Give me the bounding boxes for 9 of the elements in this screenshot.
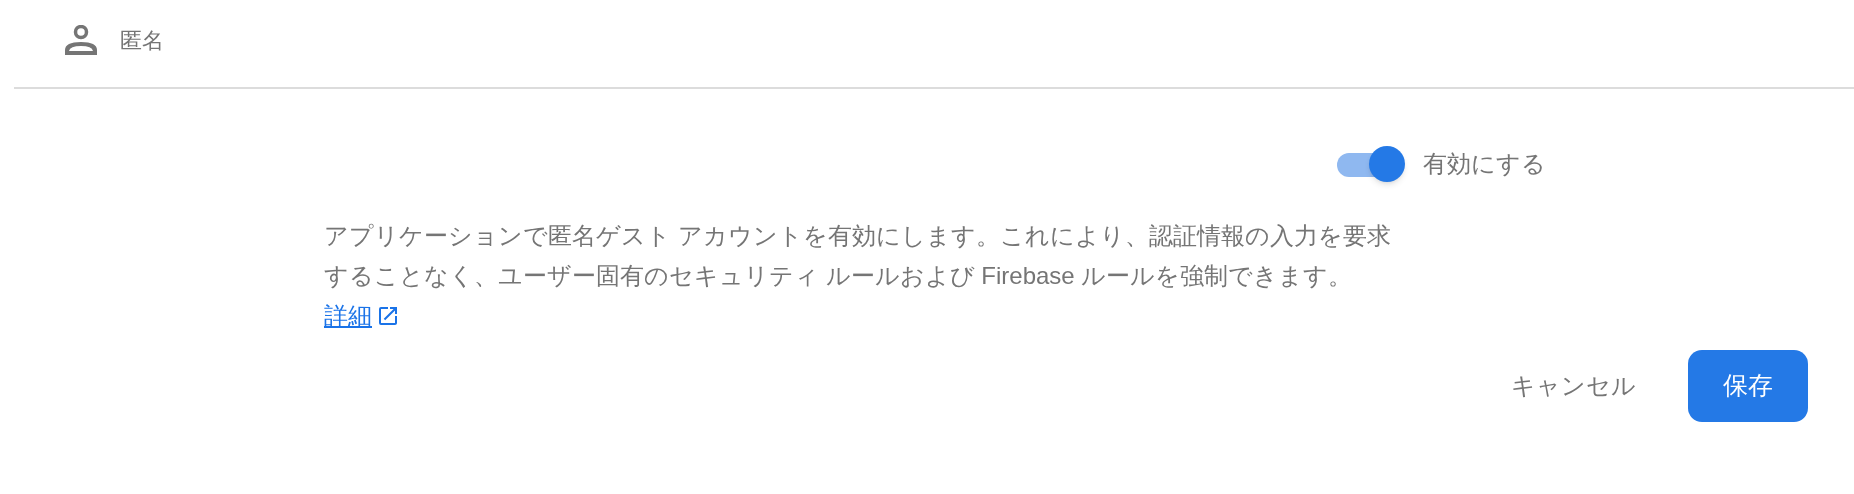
- toggle-switch[interactable]: [1335, 144, 1407, 184]
- external-link-icon: [376, 304, 400, 328]
- details-link[interactable]: 詳細: [324, 298, 372, 334]
- person-icon: [64, 25, 98, 55]
- cancel-button[interactable]: キャンセル: [1509, 350, 1638, 422]
- toggle-label: 有効にする: [1423, 149, 1546, 179]
- description-text: アプリケーションで匿名ゲスト アカウントを有効にします。これにより、認証情報の入力を要求 することなく、ユーザー固有のセキュリティ ルールおよび Firebase ルールを強制できます。: [324, 221, 1392, 291]
- save-button[interactable]: 保存: [1688, 350, 1808, 422]
- section-title: 匿名: [120, 26, 164, 55]
